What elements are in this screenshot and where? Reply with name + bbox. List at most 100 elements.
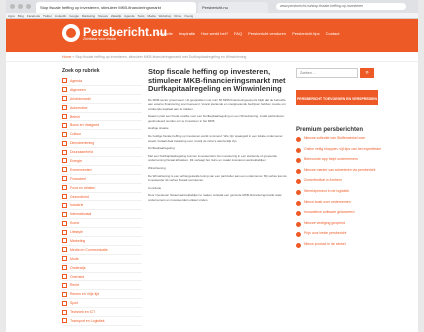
address-bar[interactable]: www.persbericht.nu/stop-fiscale-heffing-… bbox=[276, 3, 406, 10]
minimize-window-icon[interactable] bbox=[18, 4, 23, 9]
premium-item[interactable]: Prijs voor beste persbericht bbox=[296, 231, 386, 238]
checkbox-icon[interactable] bbox=[62, 247, 67, 253]
premium-link[interactable]: Nieuwe manier van adverteren via persber… bbox=[304, 168, 375, 174]
close-window-icon[interactable] bbox=[10, 4, 15, 9]
premium-link[interactable]: Nieuwe vestiging geopend bbox=[304, 221, 345, 227]
checkbox-icon[interactable] bbox=[62, 176, 67, 182]
nav-item[interactable]: Persbericht tips bbox=[292, 31, 320, 36]
checkbox-icon[interactable] bbox=[62, 114, 67, 119]
category-item[interactable]: Beleid bbox=[62, 113, 142, 122]
premium-item[interactable]: Nieuwe vestiging geopend bbox=[296, 221, 386, 227]
bookmark-item[interactable]: Zakelijk bbox=[111, 14, 121, 18]
browser-tab-active[interactable]: Stop fiscale heffing op investeren, stim… bbox=[36, 2, 196, 13]
checkbox-icon[interactable] bbox=[62, 87, 67, 93]
nav-item[interactable]: Inspiratie bbox=[179, 31, 195, 36]
category-item[interactable]: Overheid bbox=[62, 273, 142, 282]
checkbox-icon[interactable] bbox=[62, 78, 67, 84]
nav-item[interactable]: Persbericht versturen bbox=[248, 31, 286, 36]
category-item[interactable]: Dienstverlening bbox=[62, 139, 142, 149]
checkbox-icon[interactable] bbox=[62, 318, 67, 324]
premium-link[interactable]: Bekroonde app helpt ondernemers bbox=[304, 157, 358, 163]
search-input[interactable] bbox=[296, 68, 358, 78]
checkbox-icon[interactable] bbox=[62, 220, 67, 226]
add-press-release-button[interactable]: PERSBERICHT TOEVOEGEN EN VERSPREIDEN bbox=[296, 90, 378, 105]
bookmark-item[interactable]: Drive bbox=[174, 14, 181, 18]
checkbox-icon[interactable] bbox=[62, 265, 67, 271]
category-item[interactable]: Agenda bbox=[62, 77, 142, 86]
premium-link[interactable]: Prijs voor beste persbericht bbox=[304, 231, 346, 237]
checkbox-icon[interactable] bbox=[62, 140, 67, 146]
category-item[interactable]: Transport en Logistiek bbox=[62, 317, 142, 326]
checkbox-icon[interactable] bbox=[62, 96, 67, 102]
category-item[interactable]: Automotive bbox=[62, 104, 142, 113]
nav-item[interactable]: FAQ bbox=[234, 31, 242, 36]
checkbox-icon[interactable] bbox=[62, 274, 67, 280]
premium-link[interactable]: Innovatieve software gelanceerd bbox=[304, 210, 354, 216]
premium-item[interactable]: Wereldprimeur in de logistiek bbox=[296, 189, 386, 195]
premium-item[interactable]: Bekroonde app helpt ondernemers bbox=[296, 157, 386, 164]
bookmark-item[interactable]: Nieuws bbox=[98, 14, 108, 18]
premium-item[interactable]: Nieuwe collectie van Stoffenwinkel.com bbox=[296, 136, 386, 142]
category-item[interactable]: Bouw en Vastgoed bbox=[62, 121, 142, 131]
category-item[interactable]: Techniek en ICT bbox=[62, 308, 142, 318]
category-item[interactable]: Gezondheid bbox=[62, 193, 142, 202]
breadcrumb-home-link[interactable]: Home bbox=[62, 55, 71, 59]
category-item[interactable]: Reizen en Vrije tijd bbox=[62, 290, 142, 300]
checkbox-icon[interactable] bbox=[62, 149, 67, 155]
bookmark-item[interactable]: Apps bbox=[8, 14, 15, 18]
checkbox-icon[interactable] bbox=[62, 282, 67, 288]
category-item[interactable]: Marketing bbox=[62, 237, 142, 246]
premium-item[interactable]: Zomerfestival in Arnhem bbox=[296, 178, 386, 185]
bookmark-item[interactable]: Agenda bbox=[124, 14, 134, 18]
premium-item[interactable]: Online veilig shoppen: vijf tips van het… bbox=[296, 147, 386, 153]
category-item[interactable]: Duurzaamheid bbox=[62, 148, 142, 158]
category-item[interactable]: Arbeidsmarkt bbox=[62, 95, 142, 104]
bookmark-item[interactable]: Google bbox=[69, 14, 79, 18]
premium-link[interactable]: Nieuwe collectie van Stoffenwinkel.com bbox=[304, 136, 365, 142]
premium-item[interactable]: Innovatieve software gelanceerd bbox=[296, 210, 386, 217]
checkbox-icon[interactable] bbox=[62, 105, 67, 111]
category-item[interactable]: Internationaal bbox=[62, 210, 142, 220]
premium-link[interactable]: Nieuw boek over ondernemen bbox=[304, 200, 351, 206]
checkbox-icon[interactable] bbox=[62, 291, 67, 297]
checkbox-icon[interactable] bbox=[62, 194, 67, 200]
category-item[interactable]: Food en drinken bbox=[62, 184, 142, 193]
bookmark-item[interactable]: Overig bbox=[184, 14, 193, 18]
bookmark-item[interactable]: Marketing bbox=[82, 14, 95, 18]
search-button[interactable]: » bbox=[360, 68, 374, 78]
checkbox-icon[interactable] bbox=[62, 229, 67, 235]
premium-item[interactable]: Nieuw boek over ondernemen bbox=[296, 200, 386, 206]
checkbox-icon[interactable] bbox=[62, 211, 67, 217]
bookmark-item[interactable]: Twitter bbox=[43, 14, 52, 18]
checkbox-icon[interactable] bbox=[62, 167, 67, 173]
checkbox-icon[interactable] bbox=[62, 158, 67, 164]
premium-link[interactable]: Online veilig shoppen: vijf tips van het… bbox=[304, 147, 381, 153]
nav-item[interactable]: Productie bbox=[156, 31, 173, 36]
category-item[interactable]: Algemeen bbox=[62, 86, 142, 95]
site-logo[interactable]: Persbericht.nu Zichtbaar voor media bbox=[62, 24, 167, 42]
category-item[interactable]: Recht bbox=[62, 281, 142, 291]
category-item[interactable]: Media en Communicatie bbox=[62, 246, 142, 255]
premium-link[interactable]: Nieuw product in de winkel bbox=[304, 242, 346, 248]
category-item[interactable]: Mode bbox=[62, 255, 142, 264]
category-item[interactable]: Industrie bbox=[62, 201, 142, 211]
bookmark-item[interactable]: Blog bbox=[18, 14, 24, 18]
bookmark-item[interactable]: LinkedIn bbox=[55, 14, 66, 18]
browser-tab[interactable]: Persbericht.nu bbox=[198, 2, 268, 13]
category-item[interactable]: Evenementen bbox=[62, 166, 142, 175]
bookmark-item[interactable]: Media bbox=[147, 14, 155, 18]
premium-item[interactable]: Nieuw product in de winkel bbox=[296, 242, 386, 248]
bookmark-item[interactable]: Webshop bbox=[159, 14, 172, 18]
bookmark-item[interactable]: Tools bbox=[137, 14, 144, 18]
bookmark-item[interactable]: Facebook bbox=[27, 14, 40, 18]
checkbox-icon[interactable] bbox=[62, 122, 67, 128]
checkbox-icon[interactable] bbox=[62, 202, 67, 208]
premium-item[interactable]: Nieuwe manier van adverteren via persber… bbox=[296, 168, 386, 174]
nav-item[interactable]: Contact bbox=[326, 31, 340, 36]
checkbox-icon[interactable] bbox=[62, 238, 67, 244]
category-item[interactable]: Energie bbox=[62, 157, 142, 166]
checkbox-icon[interactable] bbox=[62, 256, 67, 262]
category-item[interactable]: Lifestyle bbox=[62, 228, 142, 238]
checkbox-icon[interactable] bbox=[62, 300, 67, 306]
checkbox-icon[interactable] bbox=[62, 131, 67, 137]
